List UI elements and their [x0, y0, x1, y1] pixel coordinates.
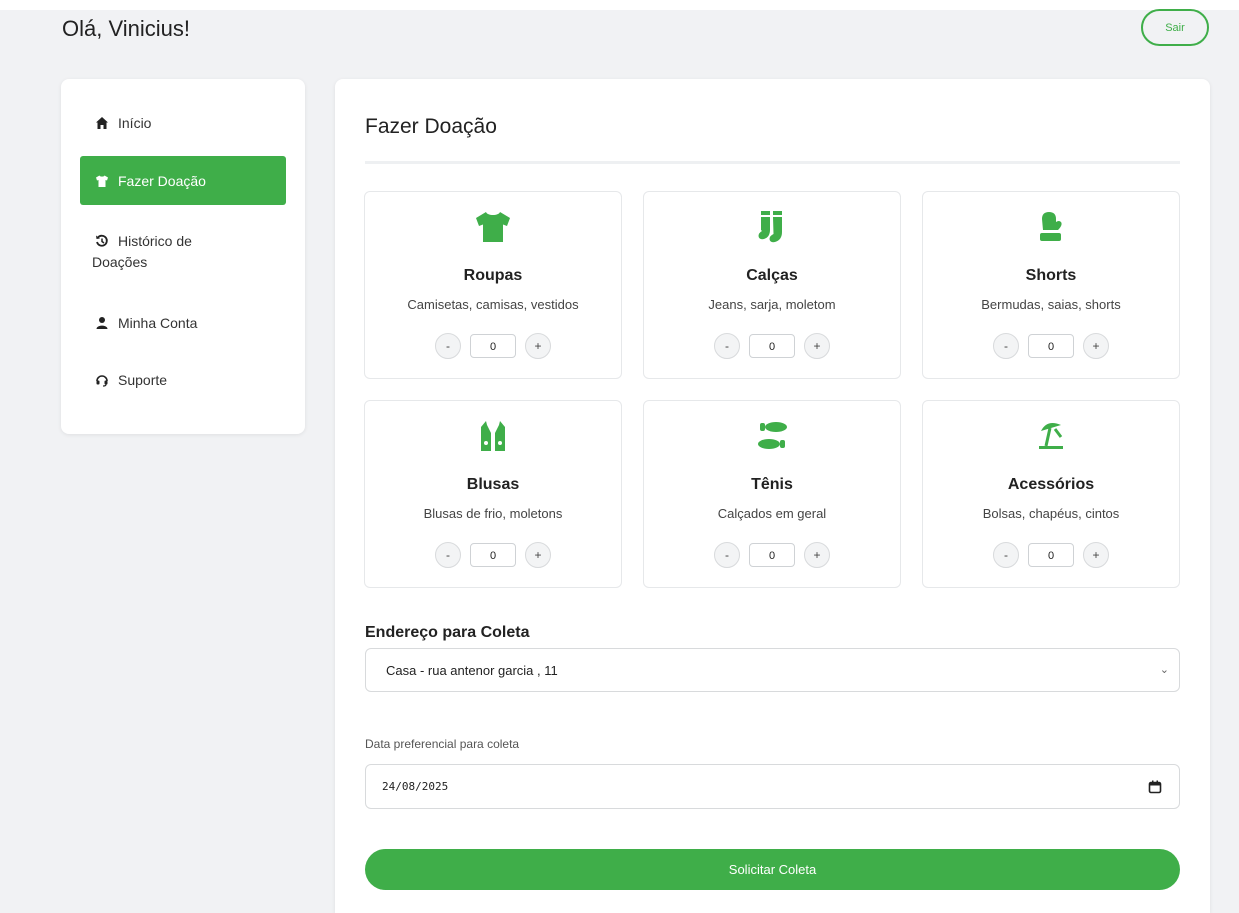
sidebar-item-label: Início — [118, 115, 152, 131]
category-description: Bolsas, chapéus, cintos — [982, 506, 1120, 521]
greeting-text: Olá, Vinicius! — [62, 16, 190, 41]
tshirt-icon — [365, 210, 621, 246]
category-name: Calças — [746, 267, 798, 284]
sidebar-item-fazer-doacao[interactable]: Fazer Doação — [80, 156, 286, 205]
quantity-input[interactable]: 0 — [1028, 543, 1074, 567]
quantity-stepper: - 0 + — [365, 331, 621, 361]
vest-icon — [365, 419, 621, 455]
category-name: Blusas — [466, 476, 520, 493]
shoe-prints-icon — [644, 419, 900, 455]
quantity-stepper: - 0 + — [923, 331, 1179, 361]
category-description: Calçados em geral — [717, 506, 827, 521]
category-name: Tênis — [751, 476, 793, 493]
category-card-blusas: Blusas Blusas de frio, moletons - 0 + — [364, 400, 622, 588]
category-name: Shorts — [1025, 267, 1077, 284]
socks-icon — [644, 210, 900, 246]
quantity-input[interactable]: 0 — [470, 334, 516, 358]
increment-button[interactable]: + — [525, 333, 551, 359]
category-card-tenis: Tênis Calçados em geral - 0 + — [643, 400, 901, 588]
home-icon — [95, 116, 109, 130]
sidebar-item-label: Suporte — [118, 372, 168, 388]
category-name: Roupas — [463, 267, 523, 284]
category-card-roupas: Roupas Camisetas, camisas, vestidos - 0 … — [364, 191, 622, 379]
decrement-button[interactable]: - — [714, 542, 740, 568]
decrement-button[interactable]: - — [435, 333, 461, 359]
category-card-calcas: Calças Jeans, sarja, moletom - 0 + — [643, 191, 901, 379]
quantity-input[interactable]: 0 — [749, 543, 795, 567]
decrement-button[interactable]: - — [993, 333, 1019, 359]
date-value: 24/08/2025 — [382, 780, 449, 793]
date-input[interactable]: 24/08/2025 — [365, 764, 1180, 809]
sidebar-item-minha-conta[interactable]: Minha Conta — [80, 312, 286, 334]
main-panel: Fazer Doação Roupas Camisetas, camisas, … — [335, 79, 1210, 913]
sidebar: Início Fazer Doação Histórico de Doações… — [61, 79, 305, 434]
headset-icon — [95, 373, 109, 387]
increment-button[interactable]: + — [804, 333, 830, 359]
category-description: Blusas de frio, moletons — [423, 506, 563, 521]
category-name: Acessórios — [1007, 476, 1095, 493]
quantity-input[interactable]: 0 — [470, 543, 516, 567]
quantity-stepper: - 0 + — [644, 331, 900, 361]
page-title: Fazer Doação — [365, 115, 497, 138]
increment-button[interactable]: + — [804, 542, 830, 568]
quantity-stepper: - 0 + — [365, 540, 621, 570]
increment-button[interactable]: + — [1083, 333, 1109, 359]
decrement-button[interactable]: - — [993, 542, 1019, 568]
decrement-button[interactable]: - — [435, 542, 461, 568]
decrement-button[interactable]: - — [714, 333, 740, 359]
sidebar-item-label: Minha Conta — [118, 315, 198, 331]
title-divider — [365, 161, 1180, 164]
tshirt-icon — [95, 174, 109, 188]
mitten-icon — [923, 210, 1179, 246]
user-icon — [95, 316, 109, 330]
increment-button[interactable]: + — [525, 542, 551, 568]
quantity-stepper: - 0 + — [923, 540, 1179, 570]
sidebar-item-historico[interactable]: Histórico de Doações — [80, 231, 286, 275]
sidebar-item-inicio[interactable]: Início — [80, 112, 286, 134]
category-card-acessorios: Acessórios Bolsas, chapéus, cintos - 0 + — [922, 400, 1180, 588]
quantity-stepper: - 0 + — [644, 540, 900, 570]
category-description: Camisetas, camisas, vestidos — [407, 297, 579, 312]
address-selected-value: Casa - rua antenor garcia , 11 — [386, 662, 558, 678]
quantity-input[interactable]: 0 — [1028, 334, 1074, 358]
increment-button[interactable]: + — [1083, 542, 1109, 568]
chevron-down-icon: ⌄ — [1159, 664, 1169, 676]
umbrella-beach-icon — [923, 419, 1179, 455]
category-description: Bermudas, saias, shorts — [981, 297, 1121, 312]
request-pickup-button[interactable]: Solicitar Coleta — [365, 849, 1180, 890]
address-label: Endereço para Coleta — [365, 624, 530, 641]
sidebar-item-suporte[interactable]: Suporte — [80, 369, 286, 391]
quantity-input[interactable]: 0 — [749, 334, 795, 358]
calendar-icon[interactable] — [1148, 780, 1162, 794]
date-label: Data preferencial para coleta — [365, 737, 520, 751]
sidebar-item-label: Fazer Doação — [118, 172, 206, 189]
address-select[interactable]: Casa - rua antenor garcia , 11 ⌄ — [365, 648, 1180, 692]
history-icon — [95, 234, 109, 248]
category-description: Jeans, sarja, moletom — [708, 297, 836, 312]
category-card-shorts: Shorts Bermudas, saias, shorts - 0 + — [922, 191, 1180, 379]
logout-button[interactable]: Sair — [1141, 9, 1209, 46]
